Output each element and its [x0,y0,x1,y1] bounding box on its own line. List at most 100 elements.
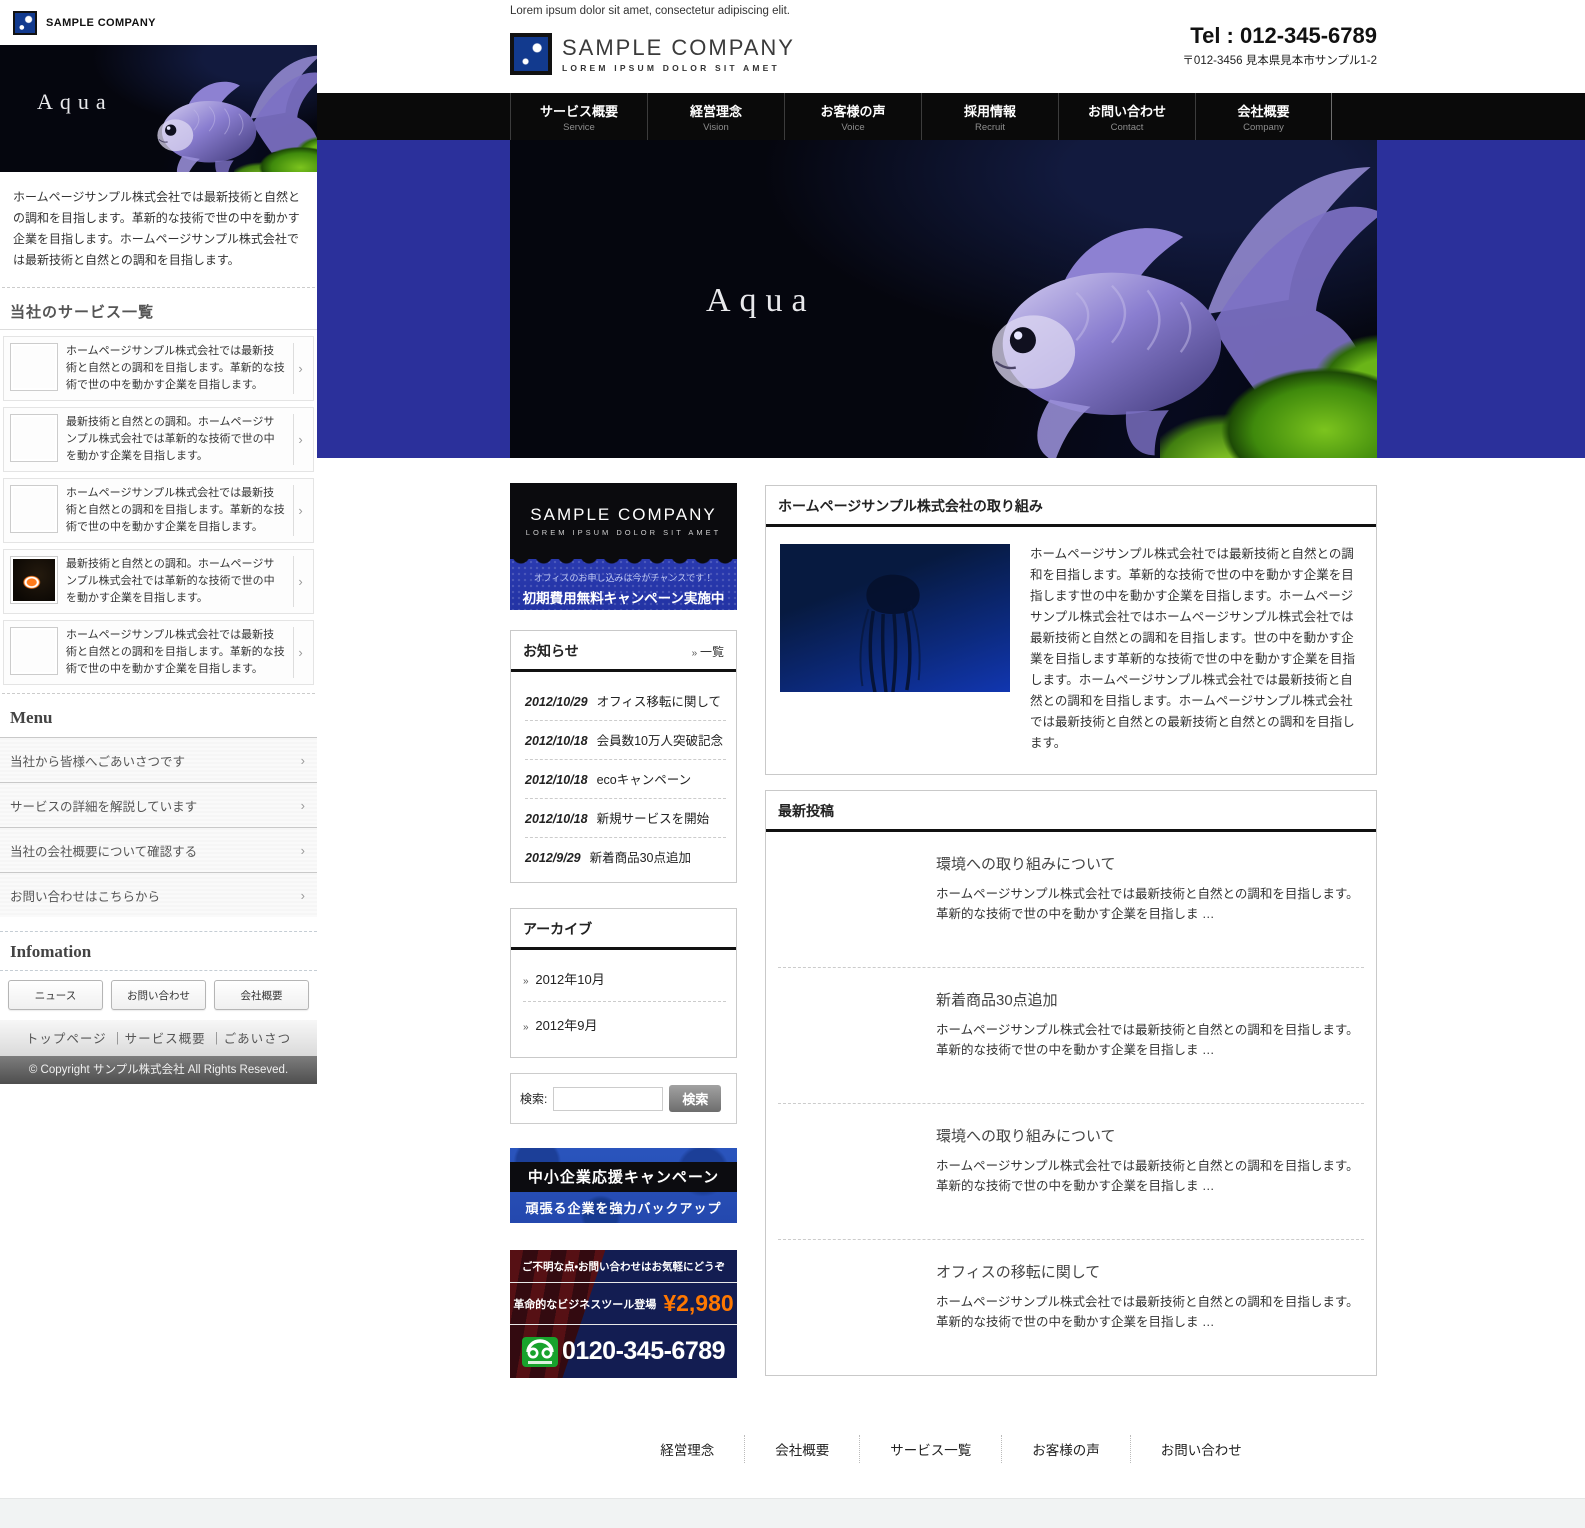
post-thumbnail-goldfish-white [782,1123,918,1219]
service-item[interactable]: 最新技術と自然との調和。ホームページサンプル株式会社では革新的な技術で世の中を動… [3,549,314,614]
company-logo[interactable]: SAMPLE COMPANY LOREM IPSUM DOLOR SIT AME… [510,33,795,75]
news-date: 2012/9/29 [525,851,581,865]
chevron-right-icon [301,753,305,768]
post-excerpt: ホームページサンプル株式会社では最新技術と自然との調和を目指します。革新的な技術… [936,884,1360,924]
main-navigation: サービス概要 Service 経営理念 Vision お客様の声 Voice 採… [317,93,1585,140]
phone-banner-label: 革命的なビジネスツール登場 [513,1296,656,1312]
footer-link-contact[interactable]: お問い合わせ [1131,1435,1272,1463]
footer-link-voice[interactable]: お客様の声 [1002,1435,1131,1463]
service-thumbnail-goldfish-white [10,485,58,533]
archive-row[interactable]: 2012年10月 [523,956,726,1002]
nav-label: お客様の声 [820,101,885,120]
search-button[interactable]: 検索 [669,1085,721,1112]
nav-sublabel: Service [563,122,595,133]
services-heading: 当社のサービス一覧 [0,288,317,330]
post-excerpt: ホームページサンプル株式会社では最新技術と自然との調和を目指します。革新的な技術… [936,1020,1360,1060]
footer-link-vision[interactable]: 経営理念 [630,1435,745,1463]
main-column: ホームページサンプル株式会社の取り組み ホームページサンプル株式会社では最新技術… [765,483,1377,1378]
sidebar-menu-item-company[interactable]: 当社の会社概要について確認する [0,827,317,872]
company-logo-icon [510,33,552,75]
header-contact-block: Tel : 012-345-6789 〒012-3456 見本県見本市サンプル1… [1182,23,1377,68]
post-title[interactable]: 新着商品30点追加 [936,989,1360,1010]
archive-widget: アーカイブ 2012年10月 2012年9月 [510,908,737,1058]
news-row[interactable]: 2012/10/18新規サービスを開始 [525,799,726,838]
post-thumbnail-pond [782,1259,918,1355]
news-text: 新着商品30点追加 [590,851,691,865]
phone-banner-price: ¥2,980 [663,1290,733,1317]
plant-illustration [1160,299,1377,458]
post-excerpt: ホームページサンプル株式会社では最新技術と自然との調和を目指します。革新的な技術… [936,1156,1360,1196]
sidebar-intro-text: ホームページサンプル株式会社では最新技術と自然との調和を目指します。革新的な技術… [0,172,317,287]
contact-button[interactable]: お問い合わせ [111,980,206,1010]
sidebar-hero-image: Aqua [0,45,317,172]
nav-item-service[interactable]: サービス概要 Service [510,93,647,140]
sidebar-footer-links[interactable]: トップページ ｜サービス概要 ｜ごあいさつ [0,1020,317,1056]
chevron-right-icon [293,627,307,678]
main-header: SAMPLE COMPANY LOREM IPSUM DOLOR SIT AME… [317,17,1585,93]
nav-sublabel: Company [1243,122,1284,133]
post-title[interactable]: 環境への取り組みについて [936,853,1360,874]
service-text: ホームページサンプル株式会社では最新技術と自然との調和を目指します。革新的な技術… [58,343,293,394]
footer-navigation: 経営理念 会社概要 サービス一覧 お客様の声 お問い合わせ [317,1435,1585,1463]
chevron-right-icon [293,343,307,394]
posts-title: 最新投稿 [778,801,834,821]
header-tagline: Lorem ipsum dolor sit amet, consectetur … [317,0,1585,17]
news-row[interactable]: 2012/10/18 会員数10万人突破記念 [525,721,726,760]
company-button[interactable]: 会社概要 [214,980,309,1010]
footer-link-company[interactable]: 会社概要 [745,1435,860,1463]
service-item[interactable]: ホームページサンプル株式会社では最新技術と自然との調和を目指します。革新的な技術… [3,336,314,401]
service-item[interactable]: 最新技術と自然との調和。ホームページサンプル株式会社では革新的な技術で世の中を動… [3,407,314,472]
menu-heading: Menu [0,694,317,737]
news-text: 会員数10万人突破記念 [597,734,723,748]
menu-item-label: お問い合わせはこちらから [10,886,160,905]
post-title[interactable]: 環境への取り組みについて [936,1125,1360,1146]
news-row[interactable]: 2012/9/29 新着商品30点追加 [525,838,726,876]
campaign-banner[interactable]: SAMPLE COMPANY LOREM IPSUM DOLOR SIT AME… [510,483,737,610]
company-logo-icon [13,11,37,35]
post-title[interactable]: オフィスの移転に関して [936,1261,1360,1282]
sidebar-menu-item-contact[interactable]: お問い合わせはこちらから [0,872,317,917]
logo-title: SAMPLE COMPANY [562,35,795,61]
freedial-icon [522,1337,558,1367]
plant-illustration [234,124,317,172]
hero-image: Aqua [510,140,1377,458]
service-item[interactable]: ホームページサンプル株式会社では最新技術と自然との調和を目指します。革新的な技術… [3,478,314,543]
service-item[interactable]: ホームページサンプル株式会社では最新技術と自然との調和を目指します。革新的な技術… [3,620,314,685]
menu-item-label: 当社から皆様へごあいさつです [10,751,185,770]
news-button[interactable]: ニュース [8,980,103,1010]
chevron-right-icon [293,556,307,607]
nav-item-vision[interactable]: 経営理念 Vision [647,93,784,140]
sidebar-menu-item-service-detail[interactable]: サービスの詳細を解説しています [0,782,317,827]
nav-label: 経営理念 [690,101,742,120]
archive-list: 2012年10月 2012年9月 [511,950,736,1057]
service-thumbnail-fish-green [10,627,58,675]
footer-link-services[interactable]: サービス一覧 [860,1435,1002,1463]
search-input[interactable] [553,1087,663,1111]
archive-row[interactable]: 2012年9月 [523,1002,726,1047]
nav-item-contact[interactable]: お問い合わせ Contact [1058,93,1195,140]
sme-support-banner[interactable]: 中小企業応援キャンペーン 頑張る企業を強力バックアップ [510,1148,737,1223]
campaign-banner-logo: SAMPLE COMPANY LOREM IPSUM DOLOR SIT AME… [510,483,737,559]
news-date: 2012/10/18 [525,734,588,748]
nav-item-voice[interactable]: お客様の声 Voice [784,93,921,140]
search-widget: 検索: 検索 [510,1073,737,1124]
news-text: ecoキャンペーン [597,773,692,787]
post-row[interactable]: オフィスの移転に関して ホームページサンプル株式会社では最新技術と自然との調和を… [778,1240,1364,1375]
phone-banner-tel-row: 0120-345-6789 [510,1325,737,1378]
nav-sublabel: Vision [703,122,729,133]
post-row[interactable]: 環境への取り組みについて ホームページサンプル株式会社では最新技術と自然との調和… [778,1104,1364,1240]
post-row[interactable]: 新着商品30点追加 ホームページサンプル株式会社では最新技術と自然との調和を目指… [778,968,1364,1104]
chevron-right-icon [301,798,305,813]
nav-item-recruit[interactable]: 採用情報 Recruit [921,93,1058,140]
hero-title: Aqua [706,282,816,320]
post-row[interactable]: 環境への取り組みについて ホームページサンプル株式会社では最新技術と自然との調和… [778,832,1364,968]
banner-logo-title: SAMPLE COMPANY [530,505,716,525]
feature-box: ホームページサンプル株式会社の取り組み ホームページサンプル株式会社では最新技術… [765,485,1377,775]
news-row[interactable]: 2012/10/18ecoキャンペーン [525,760,726,799]
news-more-link[interactable]: 一覧 [692,643,724,660]
news-row[interactable]: 2012/10/29オフィス移転に関して [525,682,726,721]
phone-banner[interactable]: ご不明な点・お問い合わせはお気軽にどうぞ 革命的なビジネスツール登場 ¥2,98… [510,1250,737,1378]
nav-item-company[interactable]: 会社概要 Company [1195,93,1332,140]
service-text: ホームページサンプル株式会社では最新技術と自然との調和を目指します。革新的な技術… [58,485,293,536]
sidebar-menu-item-greeting[interactable]: 当社から皆様へごあいさつです [0,737,317,782]
